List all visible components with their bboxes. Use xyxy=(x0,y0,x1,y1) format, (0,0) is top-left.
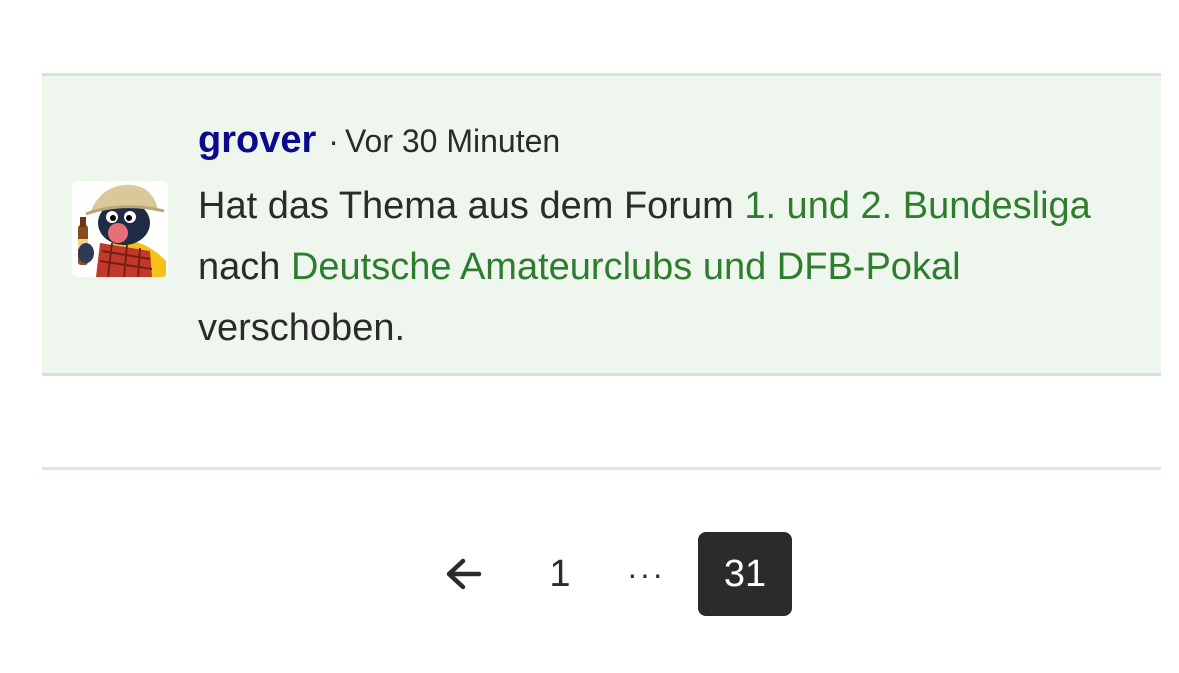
page-1-button[interactable]: 1 xyxy=(530,532,590,616)
message-text-3: verschoben. xyxy=(198,307,406,349)
section-divider xyxy=(42,467,1161,470)
meta-separator: · xyxy=(328,123,339,159)
pagination: 1 ··· 31 xyxy=(0,532,1179,616)
message-text-1: Hat das Thema aus dem Forum xyxy=(198,185,745,227)
message-text-2: nach xyxy=(198,246,291,288)
moderator-post: grover · Vor 30 Minuten Hat das Thema aus … xyxy=(42,73,1161,376)
forum-from-link[interactable]: 1. und 2. Bundesliga xyxy=(744,185,1091,227)
arrow-left-icon xyxy=(446,558,482,590)
avatar-image xyxy=(72,181,168,277)
username-link[interactable]: grover xyxy=(198,119,316,161)
forum-to-link[interactable]: Deutsche Amateurclubs und DFB-Pokal xyxy=(291,246,961,288)
post-message: Hat das Thema aus dem Forum 1. und 2. Bu… xyxy=(198,176,1098,359)
previous-page-button[interactable] xyxy=(430,532,496,616)
pagination-ellipsis: ··· xyxy=(627,555,665,592)
post-meta: grover · Vor 30 Minuten xyxy=(198,119,560,162)
user-avatar[interactable] xyxy=(72,181,168,277)
post-time[interactable]: Vor 30 Minuten xyxy=(345,123,560,159)
current-page-button[interactable]: 31 xyxy=(698,532,792,616)
